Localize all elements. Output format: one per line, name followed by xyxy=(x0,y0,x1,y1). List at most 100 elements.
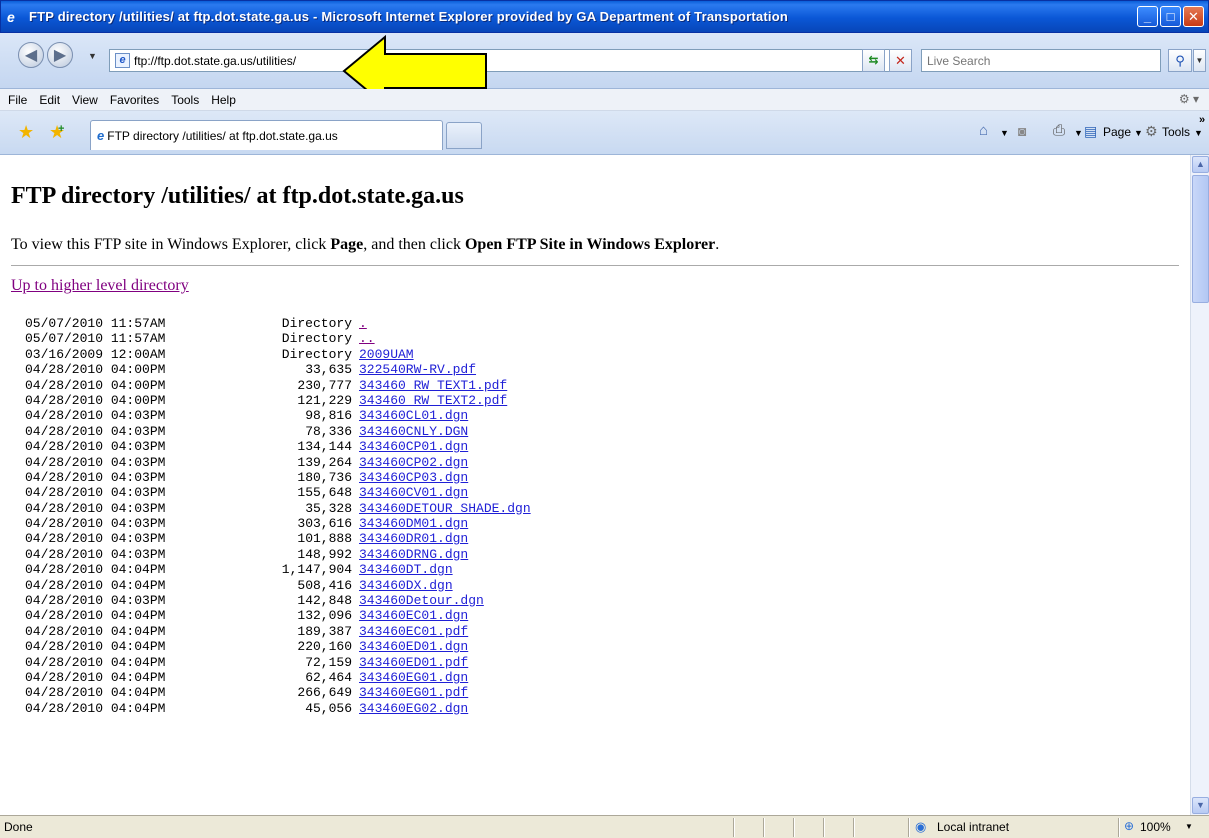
entry-link[interactable]: 343460DM01.dgn xyxy=(359,516,468,531)
listing-row: 04/28/2010 04:04PM 1,147,904 343460DT.dgn xyxy=(25,562,1188,577)
menu-favorites[interactable]: Favorites xyxy=(110,93,159,107)
listing-row: 04/28/2010 04:03PM 101,888 343460DR01.dgn xyxy=(25,531,1188,546)
entry-link[interactable]: 343460EG01.pdf xyxy=(359,685,468,700)
close-button[interactable]: ✕ xyxy=(1183,6,1204,27)
tab-active[interactable]: e FTP directory /utilities/ at ftp.dot.s… xyxy=(90,120,443,150)
listing-row: 04/28/2010 04:03PM 148,992 343460DRNG.dgn xyxy=(25,547,1188,562)
recent-pages-dropdown[interactable]: ▼ xyxy=(88,51,97,61)
entry-link[interactable]: 343460CP03.dgn xyxy=(359,470,468,485)
entry-link[interactable]: 343460EC01.pdf xyxy=(359,624,468,639)
entry-size: 180,736 xyxy=(297,469,352,485)
scroll-up-button[interactable]: ▲ xyxy=(1192,156,1209,173)
entry-size: 72,159 xyxy=(305,654,352,670)
menu-help[interactable]: Help xyxy=(211,93,236,107)
toolbar-extension-icon[interactable]: ⚙ ▾ xyxy=(1179,92,1199,106)
back-button[interactable]: ◀ xyxy=(18,42,44,68)
entry-date: 04/28/2010 04:03PM xyxy=(25,593,166,609)
entry-date: 04/28/2010 04:03PM xyxy=(25,454,166,470)
minimize-button[interactable]: _ xyxy=(1137,6,1158,27)
scroll-thumb[interactable] xyxy=(1192,175,1209,303)
vertical-scrollbar[interactable]: ▲ ▼ xyxy=(1190,155,1209,815)
entry-date: 04/28/2010 04:03PM xyxy=(25,423,166,439)
entry-link[interactable]: 343460DETOUR SHADE.dgn xyxy=(359,501,531,516)
entry-link[interactable]: 343460Detour.dgn xyxy=(359,593,484,608)
entry-link[interactable]: 343460CL01.dgn xyxy=(359,408,468,423)
listing-row: 04/28/2010 04:04PM 62,464 343460EG01.dgn xyxy=(25,670,1188,685)
entry-link[interactable]: 343460 RW TEXT2.pdf xyxy=(359,393,507,408)
entry-link[interactable]: 343460DT.dgn xyxy=(359,562,453,577)
up-directory-link[interactable]: Up to higher level directory xyxy=(11,277,189,295)
forward-button[interactable]: ▶ xyxy=(47,42,73,68)
status-divider xyxy=(793,818,795,837)
listing-row: 04/28/2010 04:04PM 266,649 343460EG01.pdf xyxy=(25,685,1188,700)
maximize-button[interactable]: □ xyxy=(1160,6,1181,27)
entry-link[interactable]: .. xyxy=(359,331,375,346)
print-dropdown[interactable]: ▼ xyxy=(1074,128,1083,138)
page-menu-button[interactable]: Page xyxy=(1103,125,1131,139)
entry-date: 05/07/2010 11:57AM xyxy=(25,331,166,347)
listing-row: 04/28/2010 04:00PM 121,229 343460 RW TEXT2… xyxy=(25,393,1188,408)
entry-date: 04/28/2010 04:04PM xyxy=(25,577,166,593)
more-commands-chevron-icon[interactable]: » xyxy=(1199,114,1205,126)
listing-row: 05/07/2010 11:57AM Directory. xyxy=(25,316,1188,331)
entry-link[interactable]: 343460 RW TEXT1.pdf xyxy=(359,378,507,393)
entry-link[interactable]: 2009UAM xyxy=(359,347,414,362)
entry-link[interactable]: 322540RW-RV.pdf xyxy=(359,362,476,377)
listing-row: 05/07/2010 11:57AM Directory.. xyxy=(25,331,1188,346)
page-content: FTP directory /utilities/ at ftp.dot.sta… xyxy=(8,155,1188,815)
listing-row: 04/28/2010 04:03PM 98,816 343460CL01.dgn xyxy=(25,408,1188,423)
print-icon[interactable]: ⎙ xyxy=(1053,122,1065,139)
menu-tools[interactable]: Tools xyxy=(171,93,199,107)
home-dropdown[interactable]: ▼ xyxy=(1000,128,1009,138)
entry-size: 508,416 xyxy=(297,577,352,593)
stop-button[interactable]: ✕ xyxy=(889,49,912,72)
scroll-down-button[interactable]: ▼ xyxy=(1192,797,1209,814)
security-zone[interactable]: Local intranet xyxy=(937,820,1009,834)
search-options-dropdown[interactable]: ▼ xyxy=(1193,49,1206,72)
search-box[interactable] xyxy=(921,49,1161,72)
entry-date: 04/28/2010 04:04PM xyxy=(25,685,166,701)
entry-date: 04/28/2010 04:04PM xyxy=(25,700,166,716)
status-bar: Done ◉ Local intranet ⊕ 100% ▼ xyxy=(0,815,1209,838)
entry-link[interactable]: 343460EG02.dgn xyxy=(359,701,468,716)
refresh-button[interactable]: ⇆ xyxy=(862,49,885,72)
feeds-icon[interactable]: ◙ xyxy=(1018,123,1026,139)
add-favorites-icon[interactable]: ★ + xyxy=(49,122,65,143)
entry-link[interactable]: 343460ED01.dgn xyxy=(359,639,468,654)
page-menu-dropdown[interactable]: ▼ xyxy=(1134,128,1143,138)
tools-menu-button[interactable]: Tools xyxy=(1162,125,1190,139)
title-bar: e FTP directory /utilities/ at ftp.dot.s… xyxy=(0,0,1209,33)
listing-row: 04/28/2010 04:03PM 139,264 343460CP02.dgn xyxy=(25,455,1188,470)
entry-link[interactable]: 343460ED01.pdf xyxy=(359,655,468,670)
home-icon[interactable]: ⌂ xyxy=(979,122,988,139)
entry-link[interactable]: 343460DRNG.dgn xyxy=(359,547,468,562)
entry-link[interactable]: 343460DR01.dgn xyxy=(359,531,468,546)
menu-file[interactable]: File xyxy=(8,93,27,107)
entry-size: 35,328 xyxy=(305,500,352,516)
zoom-dropdown[interactable]: ▼ xyxy=(1185,822,1193,831)
entry-date: 04/28/2010 04:04PM xyxy=(25,562,166,578)
zoom-level[interactable]: 100% xyxy=(1140,820,1171,834)
menu-view[interactable]: View xyxy=(72,93,98,107)
entry-link[interactable]: 343460CV01.dgn xyxy=(359,485,468,500)
address-bar[interactable]: e ▼ xyxy=(109,49,906,72)
zoom-icon[interactable]: ⊕ xyxy=(1124,819,1134,833)
entry-link[interactable]: . xyxy=(359,316,367,331)
entry-date: 05/07/2010 11:57AM xyxy=(25,316,166,331)
menu-edit[interactable]: Edit xyxy=(39,93,60,107)
entry-link[interactable]: 343460EG01.dgn xyxy=(359,670,468,685)
favorites-center-icon[interactable]: ★ xyxy=(18,122,34,143)
new-tab-button[interactable] xyxy=(446,122,482,149)
search-icon[interactable]: ⚲ xyxy=(1168,49,1192,72)
status-divider xyxy=(853,818,855,837)
entry-link[interactable]: 343460CNLY.DGN xyxy=(359,424,468,439)
entry-link[interactable]: 343460CP02.dgn xyxy=(359,455,468,470)
entry-size: 45,056 xyxy=(305,700,352,716)
search-input[interactable] xyxy=(922,50,1160,71)
address-input[interactable] xyxy=(134,52,874,69)
entry-link[interactable]: 343460EC01.dgn xyxy=(359,608,468,623)
entry-link[interactable]: 343460DX.dgn xyxy=(359,578,453,593)
entry-size: 230,777 xyxy=(297,377,352,393)
entry-link[interactable]: 343460CP01.dgn xyxy=(359,439,468,454)
tools-menu-dropdown[interactable]: ▼ xyxy=(1194,128,1203,138)
